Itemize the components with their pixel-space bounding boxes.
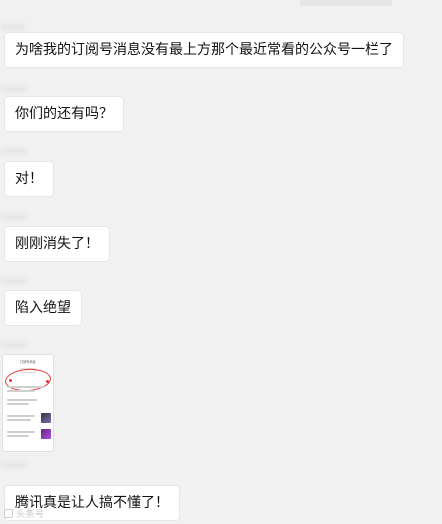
thumbnail-text-line (7, 386, 45, 388)
top-bubble-edge (300, 0, 392, 6)
sender-name-blurred (0, 342, 26, 348)
message-bubble[interactable]: 对！ (4, 161, 54, 197)
thumbnail-text-line (7, 390, 35, 392)
sender-name-blurred (0, 278, 26, 284)
sender-name-blurred (0, 214, 26, 220)
thumbnail-text-line (7, 399, 37, 401)
message-bubble[interactable]: 你们的还有吗？ (4, 96, 124, 132)
chat-window: 为啥我的订阅号消息没有最上方那个最近常看的公众号一栏了 你们的还有吗？ 对！ 刚… (0, 0, 442, 524)
watermark: 头条号 (4, 507, 45, 520)
red-dot (46, 380, 49, 383)
sender-name-blurred (0, 462, 26, 468)
thumbnail-text-line (7, 419, 31, 421)
message-bubble[interactable]: 刚刚消失了！ (4, 226, 110, 262)
thumbnail-image (41, 413, 51, 423)
image-message-screenshot[interactable]: 订阅号消息 (2, 354, 54, 452)
thumbnail-header: 订阅号消息 (20, 360, 36, 364)
red-dot (9, 379, 12, 382)
sender-name-blurred (0, 148, 26, 154)
message-bubble[interactable]: 陷入绝望 (4, 290, 82, 326)
thumbnail-text-line (7, 415, 35, 417)
watermark-icon (4, 509, 13, 518)
thumbnail-text-line (7, 403, 29, 405)
message-bubble[interactable]: 为啥我的订阅号消息没有最上方那个最近常看的公众号一栏了 (4, 32, 404, 68)
thumbnail-text-line (7, 431, 35, 433)
thumbnail-text-line (7, 435, 29, 437)
sender-name-blurred (0, 86, 26, 92)
sender-name-blurred (0, 24, 26, 30)
thumbnail-image (41, 429, 51, 439)
